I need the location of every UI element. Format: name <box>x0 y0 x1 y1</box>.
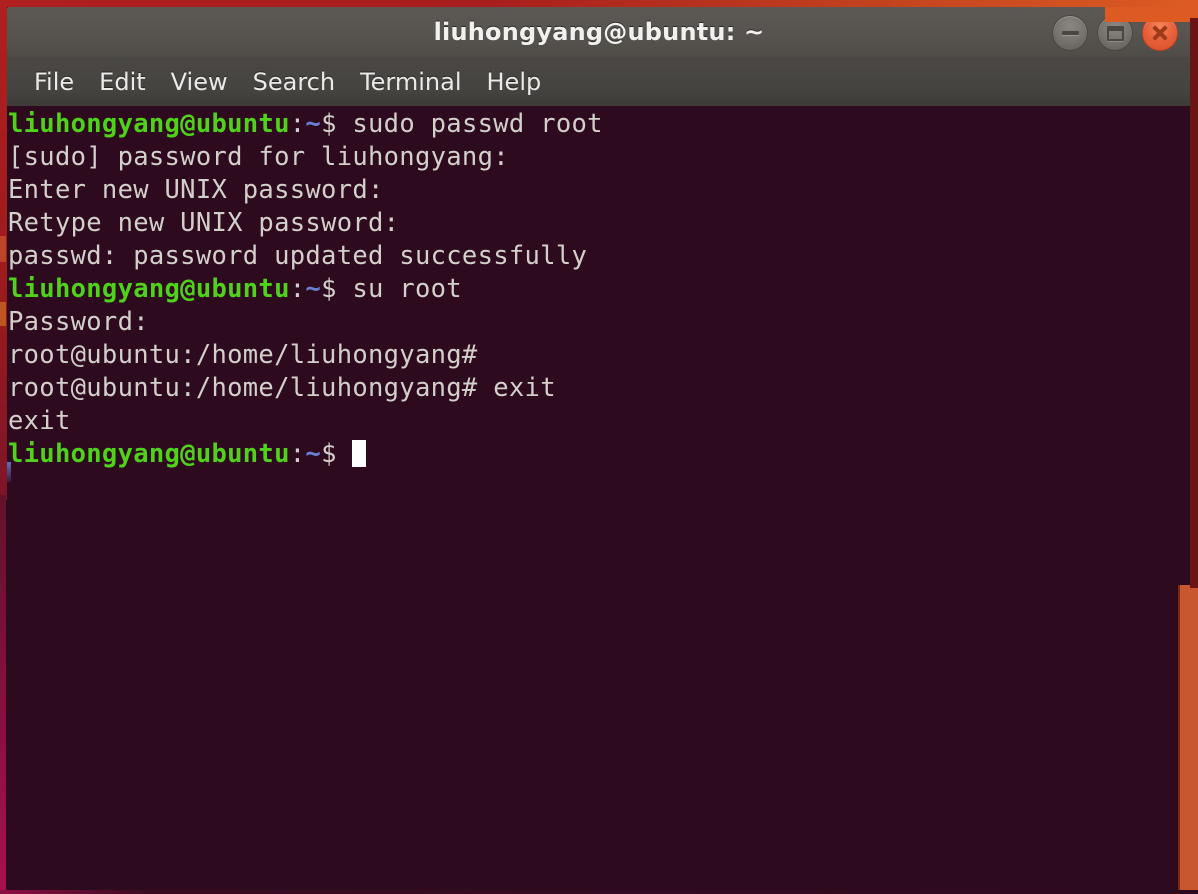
terminal-command: sudo passwd root <box>352 109 603 139</box>
terminal-output-text: Enter new UNIX password: <box>8 175 384 205</box>
terminal-command: exit <box>493 373 556 403</box>
terminal-output-area[interactable]: liuhongyang@ubuntu:~$ sudo passwd root [s… <box>6 106 1192 894</box>
close-icon <box>1152 25 1168 41</box>
terminal-output-text: [sudo] password for liuhongyang: <box>8 142 509 172</box>
window-frame-top-edge <box>0 0 1198 7</box>
prompt-sigil: $ <box>321 274 353 304</box>
terminal-output-text: exit <box>8 406 71 436</box>
menu-item-search[interactable]: Search <box>241 66 348 98</box>
root-prompt: root@ubuntu:/home/liuhongyang# <box>8 373 494 403</box>
terminal-output-text: Retype new UNIX password: <box>8 208 400 238</box>
prompt-colon: : <box>289 439 306 469</box>
terminal-line-list: liuhongyang@ubuntu:~$ sudo passwd root [s… <box>8 108 603 471</box>
root-prompt: root@ubuntu:/home/liuhongyang# <box>8 340 494 370</box>
minimize-icon <box>1061 31 1079 35</box>
prompt-colon: : <box>289 109 306 139</box>
terminal-line: Retype new UNIX password: <box>8 207 603 240</box>
terminal-line: Enter new UNIX password: <box>8 174 603 207</box>
window-frame-right-edge <box>1190 18 1198 588</box>
prompt-user-host: liuhongyang@ubuntu <box>8 439 290 469</box>
menu-item-file[interactable]: File <box>22 66 87 98</box>
terminal-window: liuhongyang@ubuntu: ~ File Edit View Sea… <box>0 0 1198 894</box>
maximize-icon <box>1106 25 1124 41</box>
minimize-button[interactable] <box>1052 15 1088 51</box>
terminal-line: root@ubuntu:/home/liuhongyang# <box>8 339 603 372</box>
terminal-line: liuhongyang@ubuntu:~$ su root <box>8 273 603 306</box>
terminal-cursor <box>352 440 367 467</box>
title-bar[interactable]: liuhongyang@ubuntu: ~ <box>6 5 1192 61</box>
terminal-line: passwd: password updated successfully <box>8 240 603 273</box>
window-frame-left-lower-edge <box>0 495 6 894</box>
menu-item-view[interactable]: View <box>159 66 241 98</box>
terminal-output-text: Password: <box>8 307 149 337</box>
menu-bar: File Edit View Search Terminal Help <box>6 57 1192 106</box>
prompt-user-host: liuhongyang@ubuntu <box>8 274 290 304</box>
prompt-sigil: $ <box>321 439 353 469</box>
window-frame-bottom-edge <box>0 890 1198 894</box>
prompt-path: ~ <box>305 109 322 139</box>
terminal-output-text: passwd: password updated successfully <box>8 241 588 271</box>
menu-item-help[interactable]: Help <box>475 66 555 98</box>
terminal-line: liuhongyang@ubuntu:~$ <box>8 438 603 471</box>
prompt-colon: : <box>289 274 306 304</box>
terminal-line: root@ubuntu:/home/liuhongyang# exit <box>8 372 603 405</box>
terminal-line: Password: <box>8 306 603 339</box>
scrollbar-thumb[interactable] <box>1178 585 1198 894</box>
terminal-line: [sudo] password for liuhongyang: <box>8 141 603 174</box>
prompt-sigil: $ <box>321 109 353 139</box>
window-title: liuhongyang@ubuntu: ~ <box>433 18 765 46</box>
prompt-path: ~ <box>305 274 322 304</box>
left-edge-artifact-2 <box>0 236 6 262</box>
terminal-line: liuhongyang@ubuntu:~$ sudo passwd root <box>8 108 603 141</box>
prompt-path: ~ <box>305 439 322 469</box>
menu-item-edit[interactable]: Edit <box>87 66 158 98</box>
left-edge-artifact-3 <box>0 302 6 326</box>
terminal-command: su root <box>352 274 462 304</box>
prompt-user-host: liuhongyang@ubuntu <box>8 109 290 139</box>
menu-item-terminal[interactable]: Terminal <box>348 66 474 98</box>
terminal-line: exit <box>8 405 603 438</box>
